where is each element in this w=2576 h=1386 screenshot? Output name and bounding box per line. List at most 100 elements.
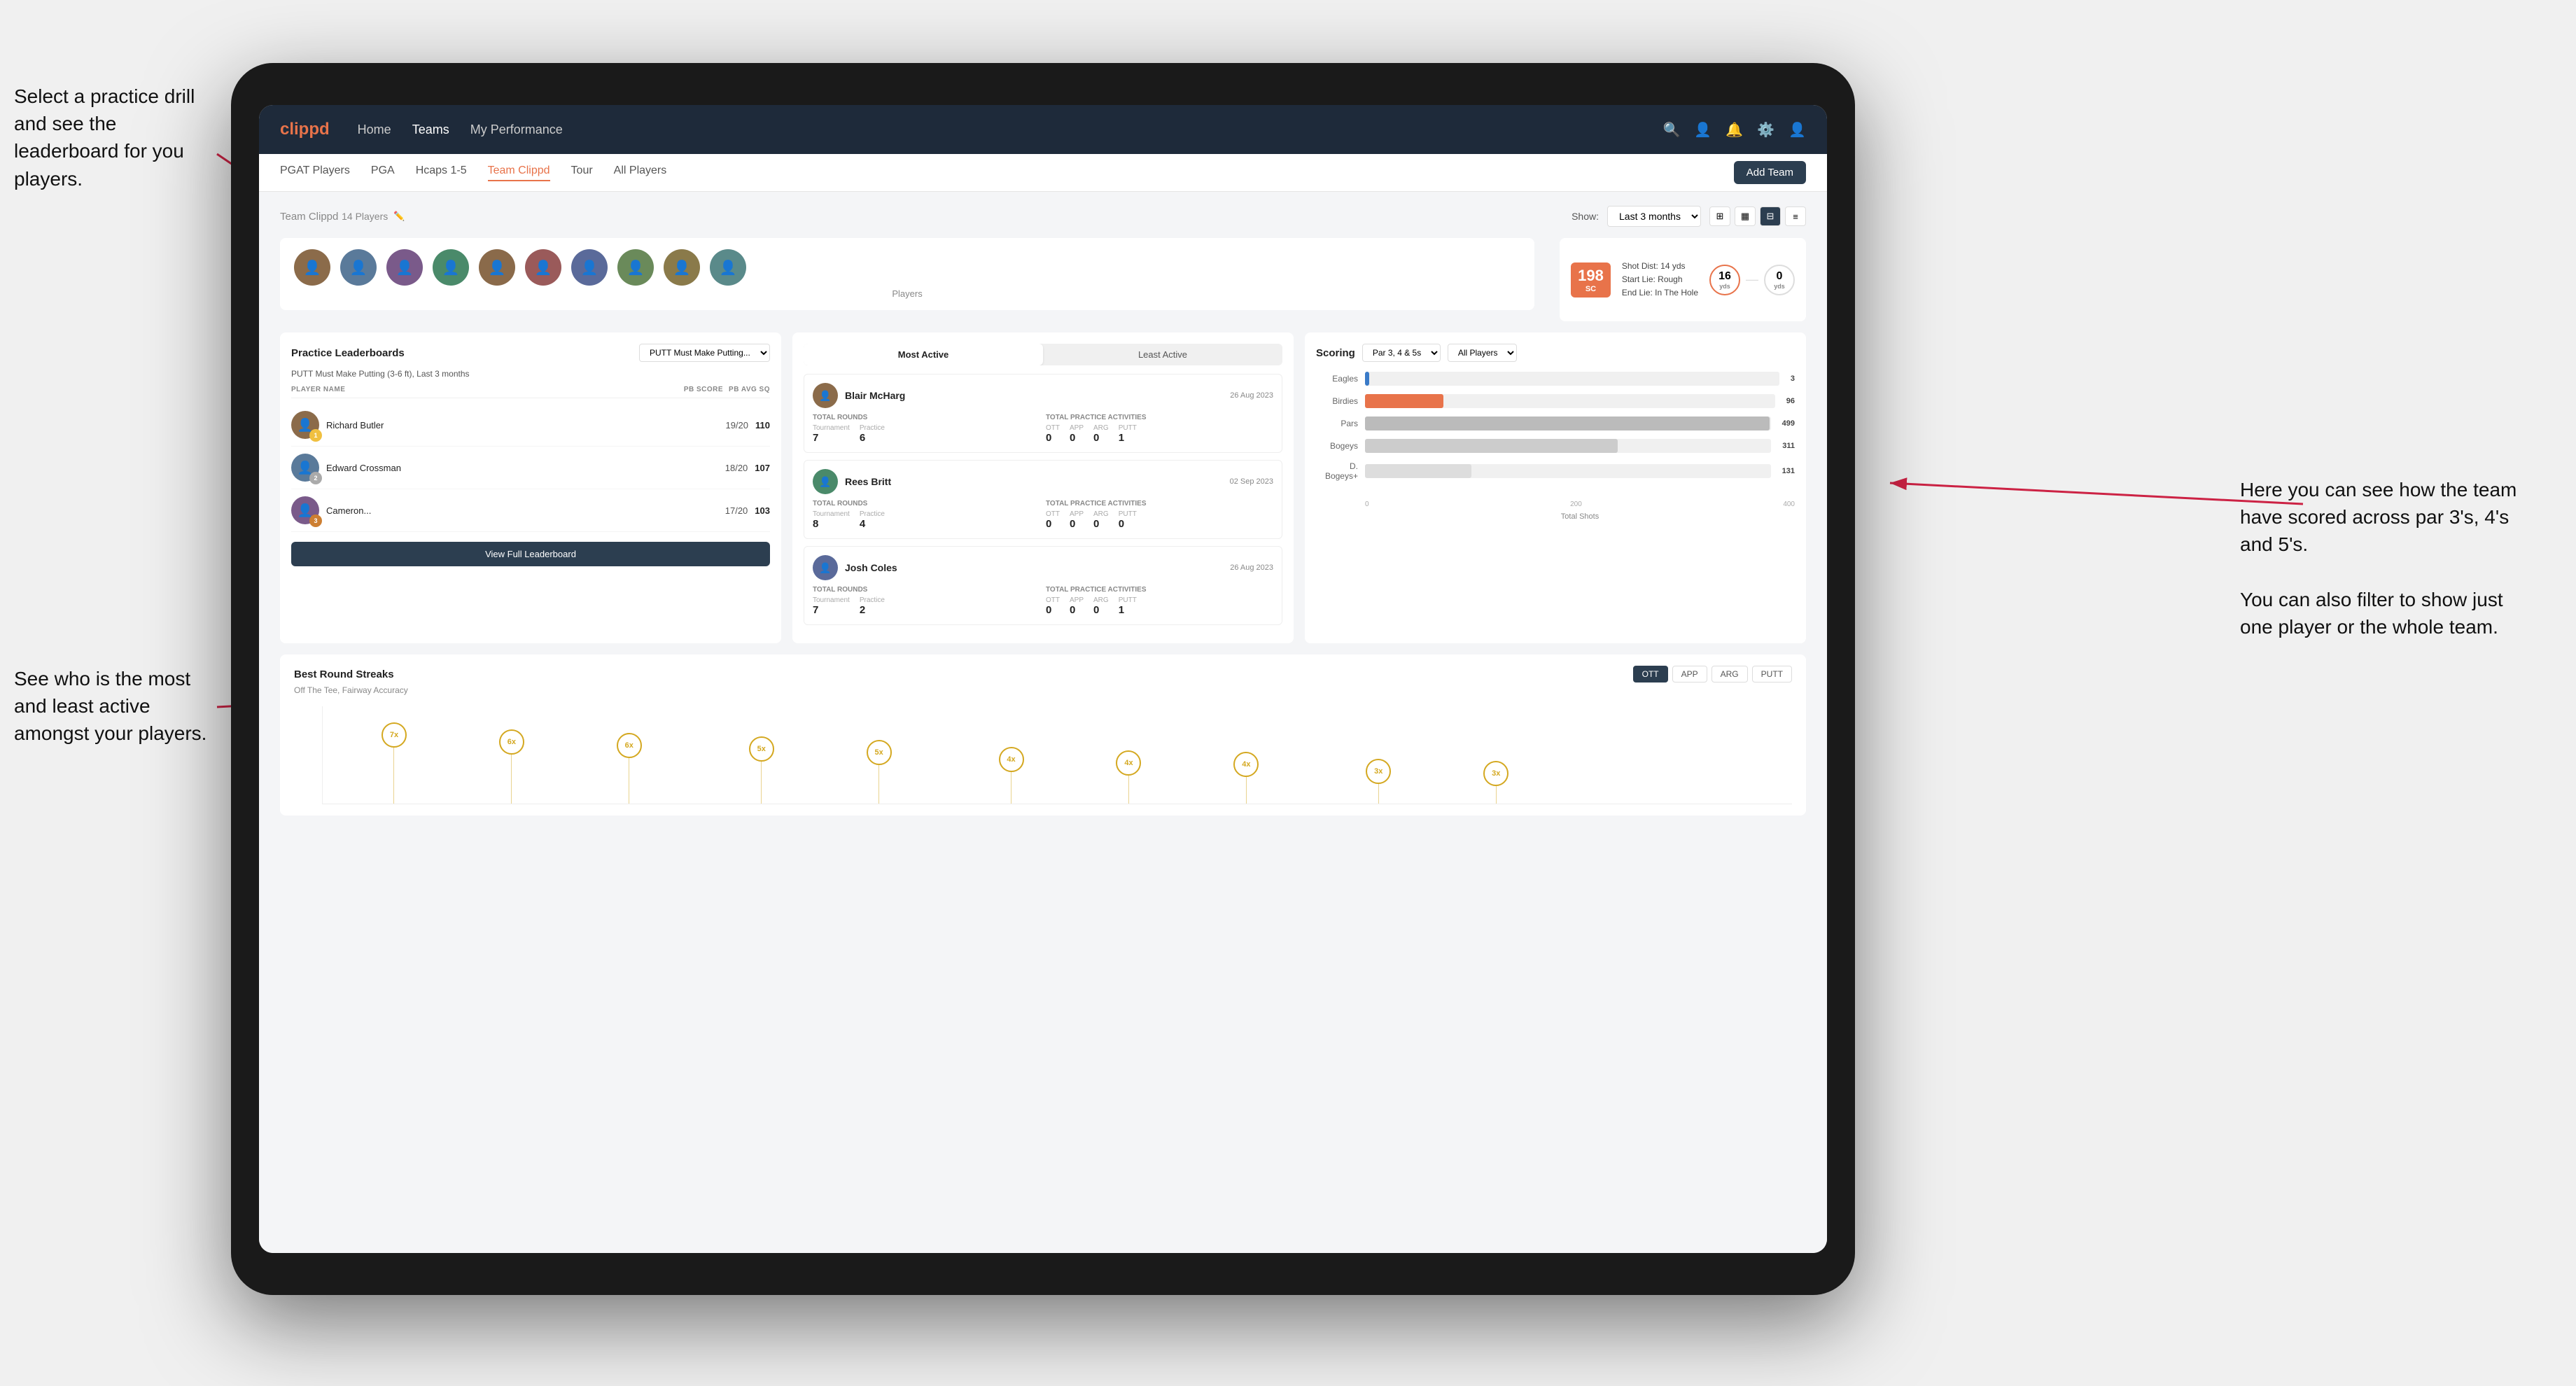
streak-line-9 [1496, 786, 1497, 804]
annotation-top-left: Select a practice drill and see the lead… [14, 83, 210, 192]
arg-1: ARG 0 [1093, 424, 1109, 444]
bar-label-3: Bogeys [1316, 441, 1358, 451]
streak-filter-putt[interactable]: PUTT [1752, 666, 1792, 682]
leaderboard-row-1[interactable]: 👤 1 Richard Butler 19/20 110 [291, 404, 770, 447]
practice-activities-group-1: Total Practice Activities OTT 0 APP 0 [1046, 414, 1273, 444]
active-card-3: 👤 Josh Coles 26 Aug 2023 Total Rounds To… [804, 546, 1282, 625]
settings-icon[interactable]: ⚙️ [1757, 121, 1774, 139]
edit-icon[interactable]: ✏️ [393, 211, 405, 222]
active-card-header-1: 👤 Blair McHarg 26 Aug 2023 [813, 383, 1273, 408]
view-list[interactable]: ≡ [1785, 206, 1806, 226]
sub-nav-team-clippd[interactable]: Team Clippd [488, 164, 550, 181]
practice-activities-label-1: Total Practice Activities [1046, 414, 1273, 421]
view-grid-medium[interactable]: ▦ [1735, 206, 1756, 226]
view-leaderboard-button[interactable]: View Full Leaderboard [291, 542, 770, 566]
players-label: Players [294, 288, 1520, 299]
sub-nav-hcaps[interactable]: Hcaps 1-5 [416, 164, 467, 181]
player-avatar-1[interactable]: 👤 [294, 249, 330, 286]
add-team-button[interactable]: Add Team [1734, 161, 1806, 184]
player-avatar-2[interactable]: 👤 [340, 249, 377, 286]
nav-link-home[interactable]: Home [358, 122, 391, 137]
players-section: 👤 👤 👤 👤 👤 👤 👤 👤 👤 👤 Players [280, 238, 1534, 310]
app-3: APP 0 [1070, 596, 1084, 616]
bar-chart: Eagles 3 Birdies 96 Pars 499 Bogeys 311 … [1316, 372, 1795, 496]
least-active-toggle[interactable]: Least Active [1043, 344, 1282, 365]
sub-nav-pga[interactable]: PGA [371, 164, 395, 181]
sub-nav-all-players[interactable]: All Players [614, 164, 667, 181]
streak-circle-9: 3x [1483, 761, 1508, 786]
lb-avg-1: 110 [755, 420, 770, 430]
streaks-title: Best Round Streaks [294, 668, 394, 680]
streak-filter-ott[interactable]: OTT [1633, 666, 1668, 682]
active-date-3: 26 Aug 2023 [1230, 564, 1273, 572]
active-toggle: Most Active Least Active [804, 344, 1282, 365]
bar-row-dbogeys: D. Bogeys+ 131 [1316, 461, 1795, 481]
team-header: Team Clippd 14 Players ✏️ Show: Last 3 m… [280, 206, 1806, 227]
practice-subtitle: PUTT Must Make Putting (3-6 ft), Last 3 … [291, 369, 770, 379]
lb-score-2: 18/20 [725, 463, 748, 473]
player-avatar-3[interactable]: 👤 [386, 249, 423, 286]
view-grid-large[interactable]: ⊟ [1760, 206, 1781, 226]
total-rounds-group-2: Total Rounds Tournament 8 Practice 4 [813, 500, 1040, 530]
tournament-rounds-3: Tournament 7 [813, 596, 850, 616]
bar-row-bogeys: Bogeys 311 [1316, 439, 1795, 453]
bar-value-3: 311 [1782, 442, 1795, 450]
streaks-header: Best Round Streaks OTT APP ARG PUTT [294, 666, 1792, 682]
nav-link-performance[interactable]: My Performance [470, 122, 563, 137]
player-avatar-8[interactable]: 👤 [617, 249, 654, 286]
streak-circle-3: 5x [749, 736, 774, 762]
streak-filter-arg[interactable]: ARG [1712, 666, 1748, 682]
streak-dot-2: 6x [617, 733, 642, 804]
streak-dot-9: 3x [1483, 761, 1508, 804]
circle-connector: — [1746, 272, 1758, 287]
lb-score-3: 17/20 [725, 505, 748, 516]
streak-dot-4: 5x [867, 740, 892, 804]
sub-nav-links: PGAT Players PGA Hcaps 1-5 Team Clippd T… [280, 164, 1734, 181]
arg-3: ARG 0 [1093, 596, 1109, 616]
streak-dot-3: 5x [749, 736, 774, 804]
most-active-toggle[interactable]: Most Active [804, 344, 1043, 365]
active-card-header-3: 👤 Josh Coles 26 Aug 2023 [813, 555, 1273, 580]
streak-filter-app[interactable]: APP [1672, 666, 1707, 682]
person-icon[interactable]: 👤 [1694, 121, 1712, 139]
practice-rounds-2: Practice 4 [860, 510, 885, 530]
streaks-section: Best Round Streaks OTT APP ARG PUTT Off … [280, 654, 1806, 816]
streak-line-3 [761, 762, 762, 804]
period-select[interactable]: Last 3 months [1607, 206, 1701, 227]
active-card-header-2: 👤 Rees Britt 02 Sep 2023 [813, 469, 1273, 494]
sub-nav-tour[interactable]: Tour [571, 164, 593, 181]
bell-icon[interactable]: 🔔 [1726, 121, 1743, 139]
bar-track-3 [1365, 439, 1771, 453]
scoring-title: Scoring [1316, 347, 1355, 359]
practice-activities-group-2: Total Practice Activities OTT 0 APP 0 [1046, 500, 1273, 530]
player-avatar-10[interactable]: 👤 [710, 249, 746, 286]
nav-links: Home Teams My Performance [358, 122, 1663, 137]
streak-line-7 [1246, 777, 1247, 804]
view-grid-small[interactable]: ⊞ [1709, 206, 1730, 226]
player-avatar-7[interactable]: 👤 [571, 249, 608, 286]
practice-leaderboards-panel: Practice Leaderboards PUTT Must Make Put… [280, 332, 781, 643]
leaderboard-row-2[interactable]: 👤 2 Edward Crossman 18/20 107 [291, 447, 770, 489]
streak-line-8 [1378, 784, 1379, 804]
player-avatar-6[interactable]: 👤 [525, 249, 561, 286]
col-player: PLAYER NAME [291, 386, 678, 393]
total-rounds-group-1: Total Rounds Tournament 7 Practice 6 [813, 414, 1040, 444]
search-icon[interactable]: 🔍 [1662, 121, 1680, 139]
player-avatar-9[interactable]: 👤 [664, 249, 700, 286]
leaderboard-row-3[interactable]: 👤 3 Cameron... 17/20 103 [291, 489, 770, 532]
drill-select[interactable]: PUTT Must Make Putting... [639, 344, 770, 362]
lb-score-1: 19/20 [725, 420, 748, 430]
shot-badge: 198 SC [1571, 262, 1611, 298]
scoring-par-select[interactable]: Par 3, 4 & 5s [1362, 344, 1441, 362]
player-avatar-5[interactable]: 👤 [479, 249, 515, 286]
nav-link-teams[interactable]: Teams [412, 122, 449, 137]
shot-circles: 16 yds — 0 yds [1709, 265, 1795, 295]
avatar-icon[interactable]: 👤 [1788, 121, 1806, 139]
scoring-players-select[interactable]: All Players [1448, 344, 1517, 362]
active-date-1: 26 Aug 2023 [1230, 391, 1273, 400]
sub-nav-pgat[interactable]: PGAT Players [280, 164, 350, 181]
player-avatar-4[interactable]: 👤 [433, 249, 469, 286]
chart-x-label: Total Shots [1316, 512, 1795, 521]
practice-rounds-1: Practice 6 [860, 424, 885, 444]
shot-info-panel: 198 SC Shot Dist: 14 yds Start Lie: Roug… [1560, 238, 1806, 321]
